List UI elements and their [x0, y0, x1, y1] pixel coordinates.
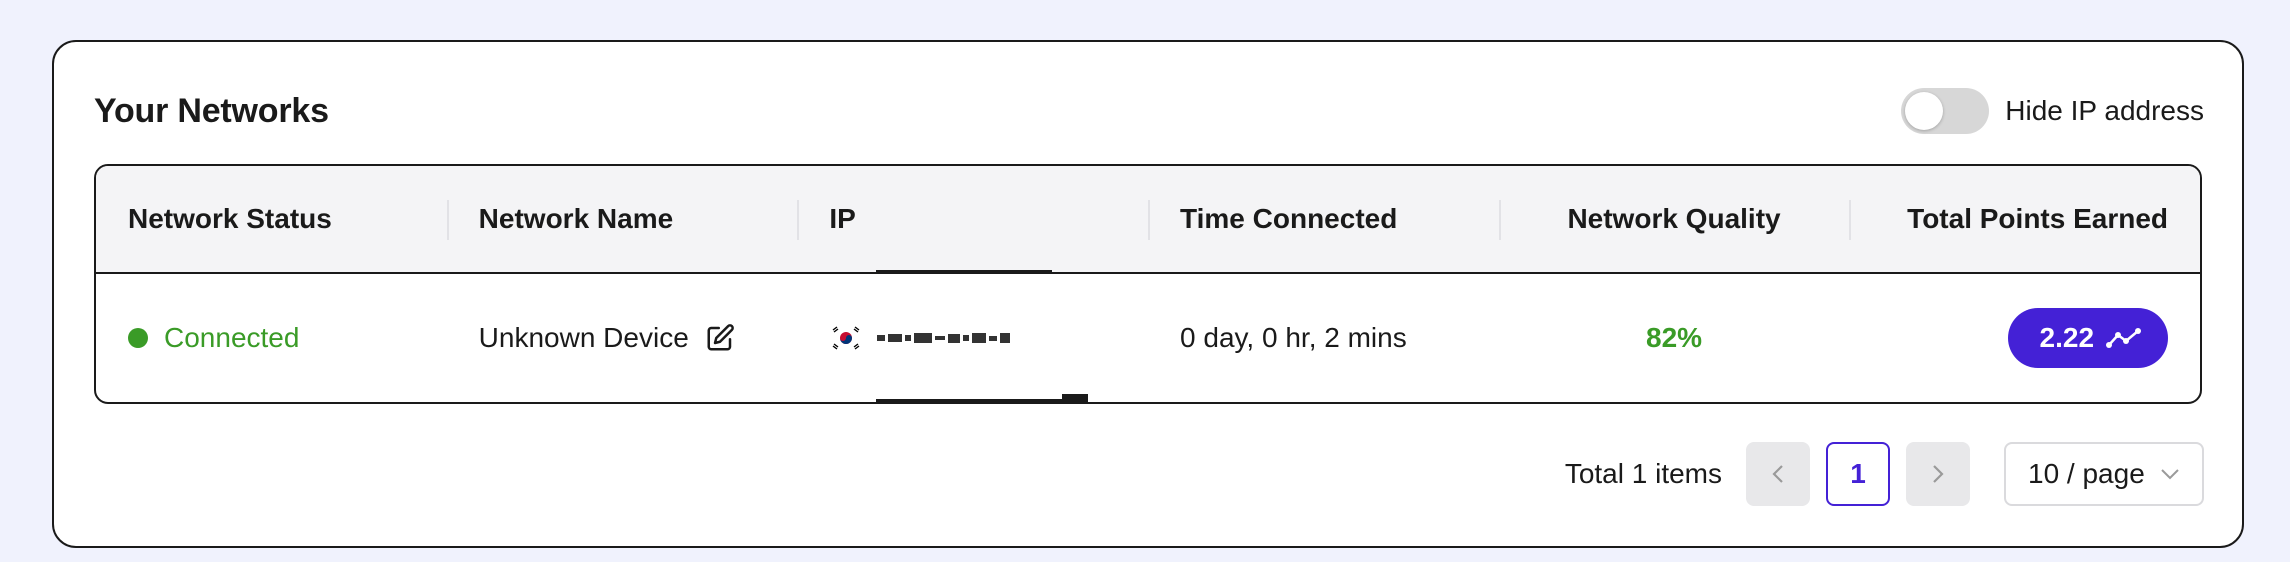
cell-time-connected: 0 day, 0 hr, 2 mins [1148, 274, 1499, 402]
page-1-button[interactable]: 1 [1826, 442, 1890, 506]
network-quality-text: 82% [1646, 322, 1703, 353]
cell-total-points: 2.22 [1849, 274, 2200, 402]
cell-ip [797, 274, 1148, 402]
chevron-down-icon [2161, 469, 2179, 480]
next-page-button[interactable] [1906, 442, 1970, 506]
network-name-text: Unknown Device [478, 322, 689, 353]
cell-network-quality: 82% [1499, 274, 1850, 402]
chevron-left-icon [1772, 465, 1783, 483]
pagination: Total 1 items 1 10 / page [1565, 442, 2204, 506]
header-ip[interactable]: IP [797, 166, 1148, 272]
ip-cell-underline-mark [1062, 394, 1088, 402]
points-value: 2.22 [2039, 322, 2095, 353]
points-badge[interactable]: 2.22 [2007, 308, 2169, 368]
south-korea-flag-icon [829, 325, 864, 351]
networks-table: Network Status Network Name IP Time Conn… [94, 164, 2202, 404]
hide-ip-label: Hide IP address [2005, 95, 2204, 126]
toggle-knob [1905, 92, 1944, 130]
header-time-connected[interactable]: Time Connected [1148, 166, 1499, 272]
chart-trend-icon [2106, 328, 2142, 348]
prev-page-button[interactable] [1746, 442, 1810, 506]
ip-cell-underline [876, 399, 1062, 402]
total-items-label: Total 1 items [1564, 458, 1722, 489]
header-total-points[interactable]: Total Points Earned [1849, 166, 2200, 272]
time-connected-text: 0 day, 0 hr, 2 mins [1180, 322, 1407, 353]
table-header: Network Status Network Name IP Time Conn… [96, 166, 2200, 274]
ip-address-masked [877, 333, 1011, 343]
header-network-name[interactable]: Network Name [446, 166, 798, 272]
networks-card: Your Networks Hide IP address Network St… [52, 40, 2244, 548]
status-dot-icon [128, 328, 148, 348]
cell-network-name: Unknown Device [447, 274, 798, 402]
status-text: Connected [164, 322, 300, 353]
header-network-quality[interactable]: Network Quality [1498, 166, 1850, 272]
table-row: Connected Unknown Device 0 day, 0 hr, 2 … [96, 274, 2200, 402]
chevron-right-icon [1933, 465, 1944, 483]
page-title: Your Networks [94, 92, 329, 130]
edit-icon[interactable] [705, 323, 735, 353]
cell-network-status: Connected [96, 274, 447, 402]
page-size-value: 10 / page [2028, 458, 2145, 489]
hide-ip-toggle-group: Hide IP address [1901, 88, 2204, 134]
header-network-status[interactable]: Network Status [96, 166, 447, 272]
page-size-select[interactable]: 10 / page [2004, 442, 2204, 506]
hide-ip-toggle[interactable] [1901, 88, 1990, 134]
